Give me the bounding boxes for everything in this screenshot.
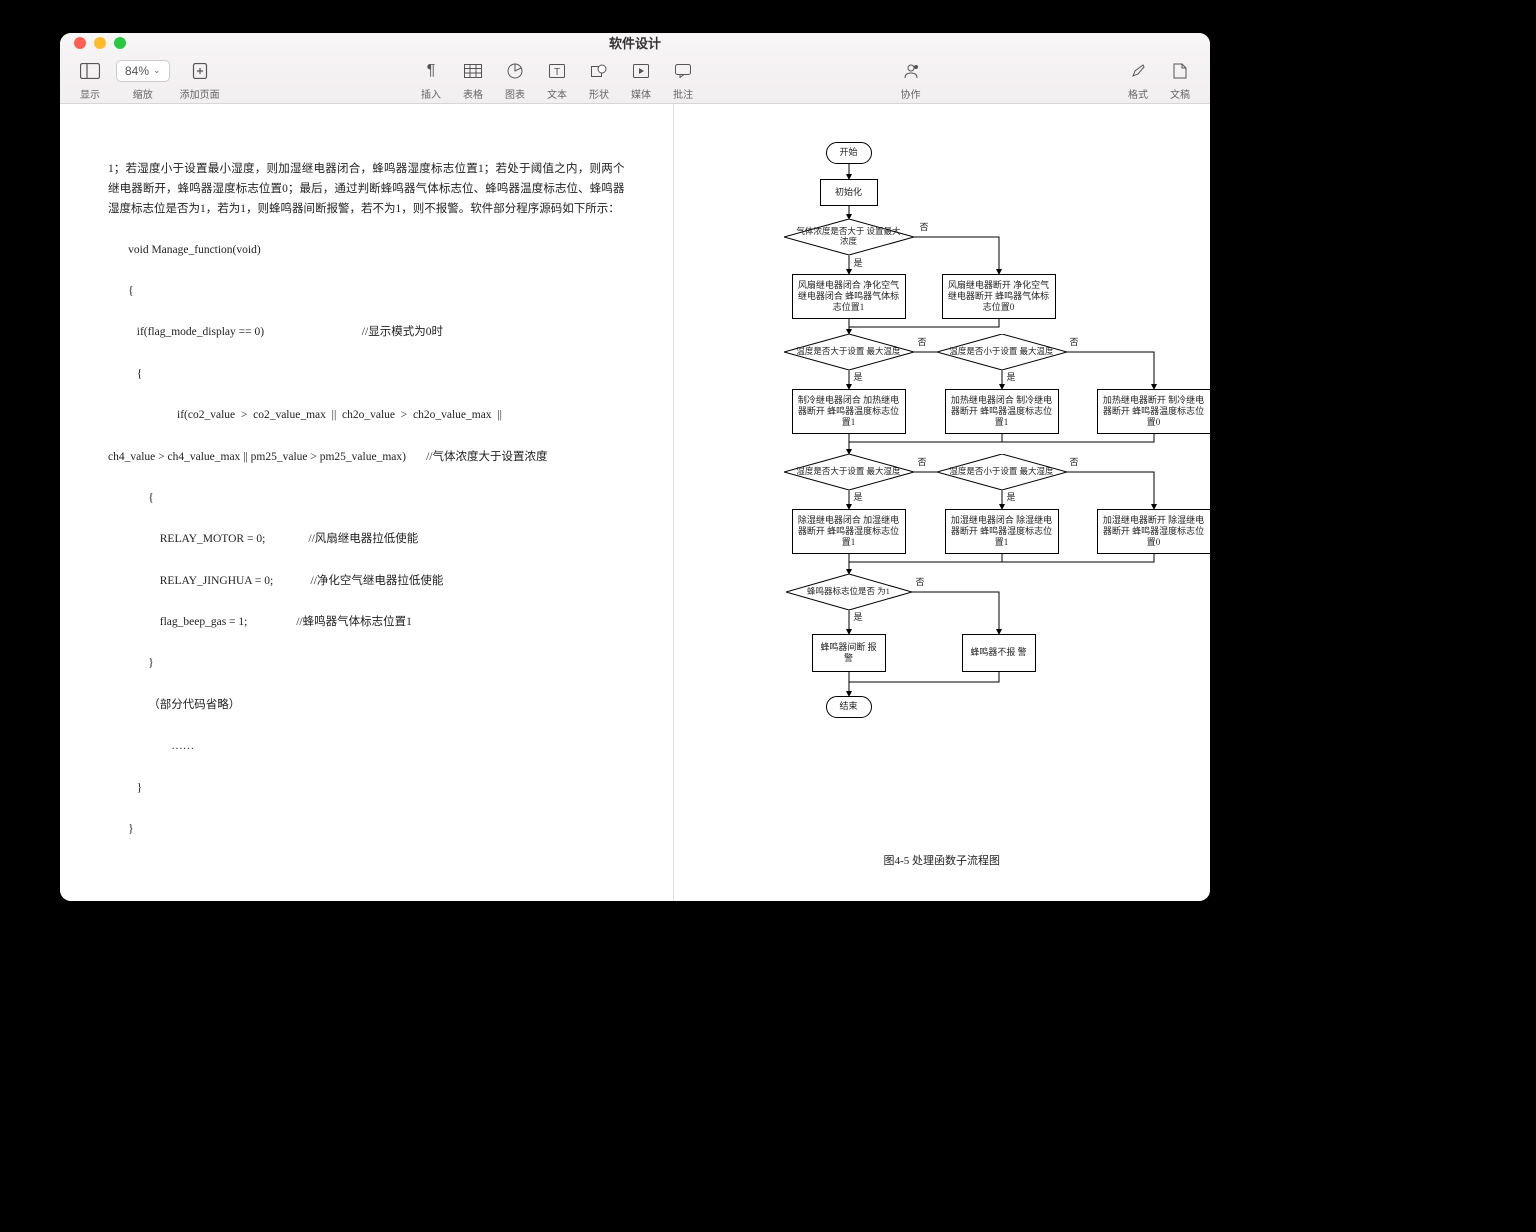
fc-gas-yes: 风扇继电器闭合 净化空气继电器闭合 蜂鸣器气体标志位置1 bbox=[792, 274, 906, 319]
zoom-value: 84% bbox=[125, 64, 149, 78]
body-paragraph: 1；若湿度小于设置最小湿度，则加湿继电器闭合，蜂鸣器湿度标志位置1；若处于阈值之… bbox=[108, 159, 625, 219]
maximize-icon[interactable] bbox=[114, 37, 126, 49]
fc-decision-beep: 蜂鸣器标志位是否 为1 bbox=[786, 574, 912, 610]
comment-button[interactable]: 批注 bbox=[663, 57, 703, 103]
document-content[interactable]: 1；若湿度小于设置最小湿度，则加湿继电器闭合，蜂鸣器湿度标志位置1；若处于阈值之… bbox=[60, 104, 1210, 901]
app-window: 软件设计 显示 84% ⌄ 缩放 bbox=[60, 33, 1210, 901]
chart-icon bbox=[507, 59, 523, 83]
text-icon: T bbox=[549, 59, 565, 83]
fc-start: 开始 bbox=[826, 142, 872, 164]
view-button[interactable]: 显示 bbox=[70, 57, 110, 103]
zoom-label: 缩放 bbox=[133, 86, 153, 101]
chart-button[interactable]: 图表 bbox=[495, 57, 535, 103]
zoom-dropdown[interactable]: 84% ⌄ 缩放 bbox=[112, 57, 174, 103]
minimize-icon[interactable] bbox=[94, 37, 106, 49]
fc-temp-a: 制冷继电器闭合 加热继电器断开 蜂鸣器温度标志位置1 bbox=[792, 389, 906, 434]
fc-decision-temp-low: 温度是否小于设置 最大温度 bbox=[937, 334, 1067, 370]
collaborate-icon bbox=[902, 59, 920, 83]
traffic-lights bbox=[74, 37, 126, 49]
document-button[interactable]: 文稿 bbox=[1160, 57, 1200, 103]
table-icon bbox=[464, 59, 482, 83]
brush-icon bbox=[1130, 59, 1146, 83]
svg-text:T: T bbox=[554, 67, 560, 78]
comment-icon bbox=[675, 59, 691, 83]
figure-caption: 图4-5 处理函数子流程图 bbox=[684, 852, 1201, 871]
page-left: 1；若湿度小于设置最小湿度，则加湿继电器闭合，蜂鸣器湿度标志位置1；若处于阈值之… bbox=[60, 104, 674, 901]
fc-beep-no: 蜂鸣器不报 警 bbox=[962, 634, 1036, 672]
shape-button[interactable]: 形状 bbox=[579, 57, 619, 103]
add-page-button[interactable]: 添加页面 bbox=[176, 57, 224, 103]
code-block: void Manage_function(void) { if(flag_mod… bbox=[108, 219, 625, 881]
fc-end: 结束 bbox=[826, 696, 872, 718]
fc-temp-b: 加热继电器闭合 制冷继电器断开 蜂鸣器温度标志位置1 bbox=[945, 389, 1059, 434]
text-button[interactable]: T 文本 bbox=[537, 57, 577, 103]
view-label: 显示 bbox=[80, 86, 100, 101]
format-button[interactable]: 格式 bbox=[1118, 57, 1158, 103]
fc-init: 初始化 bbox=[820, 179, 878, 206]
shape-icon bbox=[591, 59, 607, 83]
fc-beep-yes: 蜂鸣器间断 报警 bbox=[812, 634, 886, 672]
chevron-down-icon: ⌄ bbox=[153, 65, 161, 76]
pilcrow-icon: ¶ bbox=[427, 59, 436, 83]
titlebar: 软件设计 bbox=[60, 33, 1210, 53]
fc-hum-a: 除湿继电器闭合 加湿继电器断开 蜂鸣器湿度标志位置1 bbox=[792, 509, 906, 554]
fc-hum-b: 加湿继电器闭合 除湿继电器断开 蜂鸣器湿度标志位置1 bbox=[945, 509, 1059, 554]
fc-gas-no: 风扇继电器断开 净化空气继电器断开 蜂鸣器气体标志位置0 bbox=[942, 274, 1056, 319]
collaborate-button[interactable]: 协作 bbox=[891, 57, 931, 103]
media-button[interactable]: 媒体 bbox=[621, 57, 661, 103]
fc-decision-hum-low: 湿度是否小于设置 最大湿度 bbox=[937, 454, 1067, 490]
fc-hum-c: 加湿继电器断开 除湿继电器断开 蜂鸣器湿度标志位置0 bbox=[1097, 509, 1211, 554]
window-title: 软件设计 bbox=[60, 33, 1210, 52]
sidebar-icon bbox=[80, 59, 100, 83]
fc-decision-temp-high: 温度是否大于设置 最大温度 bbox=[784, 334, 914, 370]
page-right: 开始 初始化 气体浓度是否大于 设置最大浓度 否 是 风扇继电器闭合 净化空气继… bbox=[674, 104, 1211, 901]
flowchart: 开始 初始化 气体浓度是否大于 设置最大浓度 否 是 风扇继电器闭合 净化空气继… bbox=[684, 124, 1201, 844]
add-page-label: 添加页面 bbox=[180, 86, 220, 101]
fc-decision-hum-high: 湿度是否大于设置 最大湿度 bbox=[784, 454, 914, 490]
document-icon bbox=[1173, 59, 1187, 83]
media-icon bbox=[633, 59, 649, 83]
fc-temp-c: 加热继电器断开 制冷继电器断开 蜂鸣器温度标志位置0 bbox=[1097, 389, 1211, 434]
close-icon[interactable] bbox=[74, 37, 86, 49]
table-button[interactable]: 表格 bbox=[453, 57, 493, 103]
plus-page-icon bbox=[191, 59, 209, 83]
toolbar: 显示 84% ⌄ 缩放 添加页面 ¶ bbox=[60, 53, 1210, 104]
insert-button[interactable]: ¶ 插入 bbox=[411, 57, 451, 103]
fc-decision-gas: 气体浓度是否大于 设置最大浓度 bbox=[784, 219, 914, 255]
